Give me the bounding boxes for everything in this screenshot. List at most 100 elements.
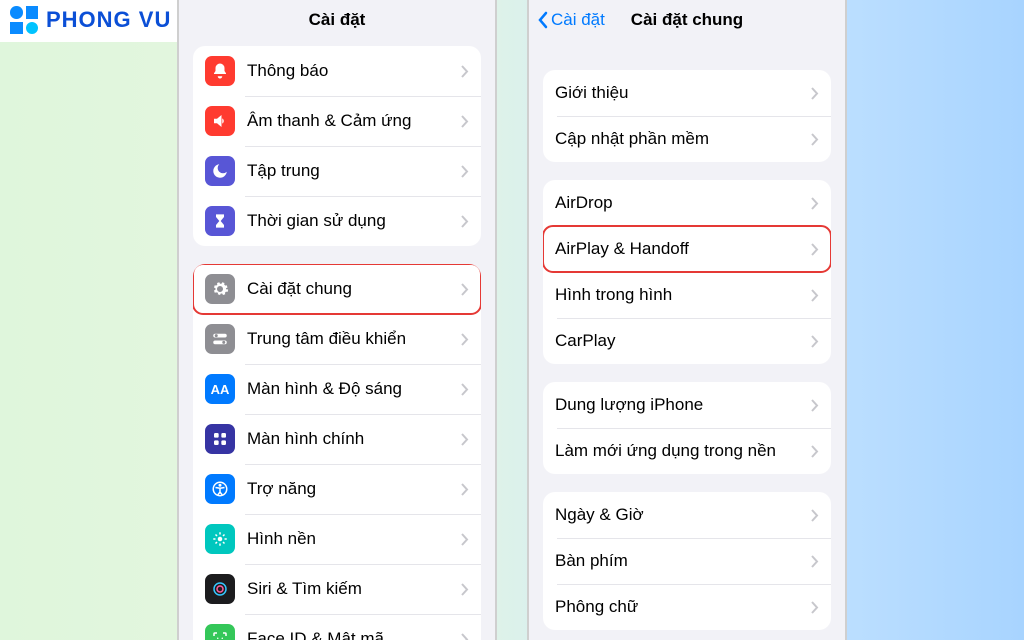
row-label: Âm thanh & Cảm ứng [247, 111, 449, 131]
general-group-datetime: Ngày & Giờ Bàn phím Phông chữ [543, 492, 831, 630]
row-carplay[interactable]: CarPlay [543, 318, 831, 364]
row-label: Phông chữ [555, 597, 799, 617]
chevron-right-icon [811, 87, 819, 100]
chevron-right-icon [461, 165, 469, 178]
row-notifications[interactable]: Thông báo [193, 46, 481, 96]
row-label: Màn hình chính [247, 429, 449, 449]
row-homescreen[interactable]: Màn hình chính [193, 414, 481, 464]
row-wallpaper[interactable]: Hình nền [193, 514, 481, 564]
faceid-icon [205, 624, 235, 640]
back-button[interactable]: Cài đặt [537, 10, 605, 30]
row-sound[interactable]: Âm thanh & Cảm ứng [193, 96, 481, 146]
chevron-right-icon [461, 383, 469, 396]
row-label: Thông báo [247, 61, 449, 81]
row-siri[interactable]: Siri & Tìm kiếm [193, 564, 481, 614]
row-airdrop[interactable]: AirDrop [543, 180, 831, 226]
row-label: Thời gian sử dụng [247, 211, 449, 231]
settings-group-notifications: Thông báo Âm thanh & Cảm ứng Tập trung T… [193, 46, 481, 246]
grid-icon [205, 424, 235, 454]
chevron-right-icon [811, 133, 819, 146]
row-label: CarPlay [555, 331, 799, 351]
chevron-right-icon [811, 509, 819, 522]
row-background-refresh[interactable]: Làm mới ứng dụng trong nền [543, 428, 831, 474]
phone-right: Cài đặt Cài đặt chung Giới thiệu Cập nhậ… [527, 0, 847, 640]
gear-icon [205, 274, 235, 304]
chevron-right-icon [811, 243, 819, 256]
row-faceid[interactable]: Face ID & Mật mã [193, 614, 481, 640]
nav-bar-right: Cài đặt Cài đặt chung [529, 0, 845, 40]
chevron-right-icon [461, 583, 469, 596]
general-group-airdrop: AirDrop AirPlay & Handoff Hình trong hìn… [543, 180, 831, 364]
settings-scroll[interactable]: Thông báo Âm thanh & Cảm ứng Tập trung T… [179, 46, 495, 640]
row-general[interactable]: Cài đặt chung [193, 264, 481, 314]
screenshots-row: Cài đặt Thông báo Âm thanh & Cảm ứng Tập… [177, 0, 847, 640]
chevron-right-icon [811, 197, 819, 210]
wallpaper-icon [205, 524, 235, 554]
row-accessibility[interactable]: Trợ năng [193, 464, 481, 514]
chevron-right-icon [811, 555, 819, 568]
chevron-right-icon [461, 215, 469, 228]
row-label: Siri & Tìm kiếm [247, 579, 449, 599]
chevron-right-icon [461, 65, 469, 78]
hourglass-icon [205, 206, 235, 236]
row-about[interactable]: Giới thiệu [543, 70, 831, 116]
row-fonts[interactable]: Phông chữ [543, 584, 831, 630]
chevron-right-icon [461, 333, 469, 346]
logo-mark [10, 6, 38, 34]
chevron-right-icon [811, 445, 819, 458]
row-label: Trung tâm điều khiển [247, 329, 449, 349]
nav-title: Cài đặt [309, 10, 366, 30]
row-focus[interactable]: Tập trung [193, 146, 481, 196]
bell-icon [205, 56, 235, 86]
row-airplay-handoff[interactable]: AirPlay & Handoff [543, 226, 831, 272]
row-pip[interactable]: Hình trong hình [543, 272, 831, 318]
row-label: Tập trung [247, 161, 449, 181]
row-label: Dung lượng iPhone [555, 395, 799, 415]
textsize-icon: AA [205, 374, 235, 404]
row-display[interactable]: AA Màn hình & Độ sáng [193, 364, 481, 414]
chevron-right-icon [461, 533, 469, 546]
general-scroll[interactable]: Giới thiệu Cập nhật phần mềm AirDrop Air… [529, 70, 845, 640]
general-group-storage: Dung lượng iPhone Làm mới ứng dụng trong… [543, 382, 831, 474]
row-keyboard[interactable]: Bàn phím [543, 538, 831, 584]
chevron-right-icon [811, 601, 819, 614]
row-label: Làm mới ứng dụng trong nền [555, 441, 799, 461]
row-label: AirDrop [555, 193, 799, 213]
row-label: Cài đặt chung [247, 279, 449, 299]
brand-logo: PHONG VU [0, 0, 185, 42]
switches-icon [205, 324, 235, 354]
accessibility-icon [205, 474, 235, 504]
row-label: Trợ năng [247, 479, 449, 499]
chevron-right-icon [811, 289, 819, 302]
nav-bar-left: Cài đặt [179, 0, 495, 40]
row-label: Hình nền [247, 529, 449, 549]
chevron-right-icon [811, 335, 819, 348]
chevron-right-icon [461, 283, 469, 296]
phone-left: Cài đặt Thông báo Âm thanh & Cảm ứng Tập… [177, 0, 497, 640]
row-label: Màn hình & Độ sáng [247, 379, 449, 399]
chevron-left-icon [537, 11, 549, 29]
row-storage[interactable]: Dung lượng iPhone [543, 382, 831, 428]
row-label: Bàn phím [555, 551, 799, 571]
moon-icon [205, 156, 235, 186]
row-datetime[interactable]: Ngày & Giờ [543, 492, 831, 538]
row-label: Hình trong hình [555, 285, 799, 305]
row-screentime[interactable]: Thời gian sử dụng [193, 196, 481, 246]
speaker-icon [205, 106, 235, 136]
row-label: AirPlay & Handoff [555, 239, 799, 259]
chevron-right-icon [811, 399, 819, 412]
chevron-right-icon [461, 433, 469, 446]
chevron-right-icon [461, 633, 469, 640]
row-update[interactable]: Cập nhật phần mềm [543, 116, 831, 162]
siri-icon [205, 574, 235, 604]
back-label: Cài đặt [551, 10, 605, 30]
row-label: Ngày & Giờ [555, 505, 799, 525]
row-control-center[interactable]: Trung tâm điều khiển [193, 314, 481, 364]
general-group-about: Giới thiệu Cập nhật phần mềm [543, 70, 831, 162]
settings-group-general: Cài đặt chung Trung tâm điều khiển AA Mà… [193, 264, 481, 640]
chevron-right-icon [461, 483, 469, 496]
nav-title: Cài đặt chung [631, 10, 743, 30]
row-label: Cập nhật phần mềm [555, 129, 799, 149]
logo-text: PHONG VU [46, 7, 171, 33]
row-label: Face ID & Mật mã [247, 629, 449, 640]
